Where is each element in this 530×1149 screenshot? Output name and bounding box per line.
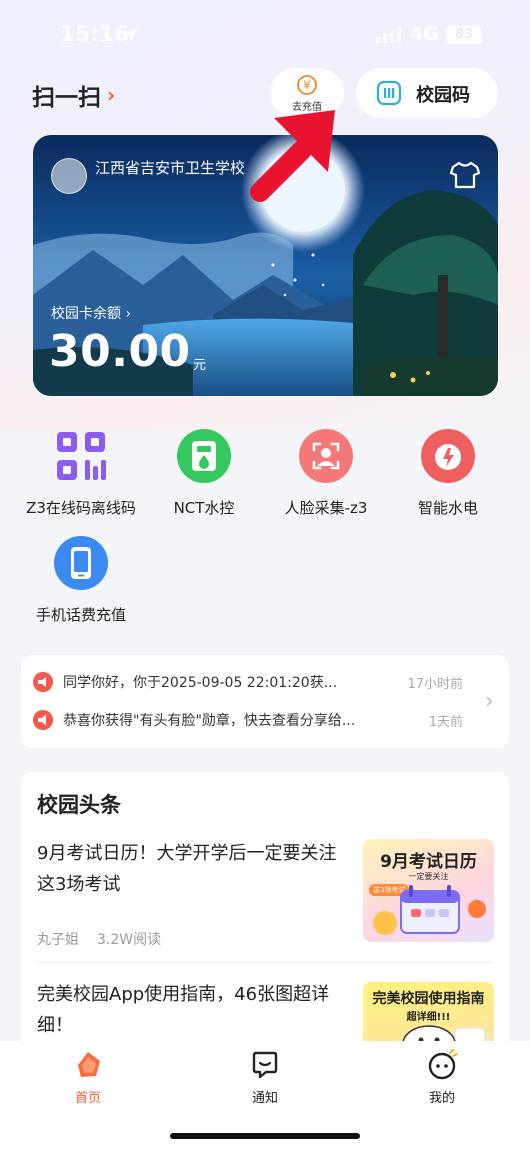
chevron-right-icon: › bbox=[107, 83, 116, 107]
svg-text:¥: ¥ bbox=[303, 79, 311, 93]
campus-code-label: 校园码 bbox=[416, 85, 470, 106]
balance-unit: 元 bbox=[193, 358, 207, 373]
megaphone-icon bbox=[33, 672, 53, 692]
campus-news-section: 校园头条 9月考试日历！大学开学后一定要关注这3场考试 丸子姐 3.2W阅读 9… bbox=[21, 772, 509, 1085]
smiley-icon bbox=[428, 1049, 458, 1080]
notification-panel[interactable]: 同学你好，你于2025-09-05 22:01:20获... 17小时前 恭喜你… bbox=[21, 655, 509, 748]
news-article[interactable]: 9月考试日历！大学开学后一定要关注这3场考试 丸子姐 3.2W阅读 9月考试日历… bbox=[21, 838, 509, 958]
tab-home[interactable]: 首页 bbox=[38, 1041, 138, 1111]
megaphone-icon bbox=[33, 710, 53, 730]
qr-code-icon bbox=[57, 432, 106, 480]
school-name: 江西省吉安市卫生学校 bbox=[95, 159, 246, 177]
tab-label: 我的 bbox=[428, 1091, 455, 1106]
tab-notifications[interactable]: 通知 bbox=[215, 1041, 315, 1111]
notification-item[interactable]: 同学你好，你于2025-09-05 22:01:20获... 17小时前 bbox=[33, 670, 463, 694]
face-scan-icon bbox=[299, 429, 353, 483]
campus-code-button[interactable]: 校园码 bbox=[356, 68, 498, 118]
balance-value: 30.00 bbox=[49, 326, 191, 377]
location-arrow-icon bbox=[122, 27, 138, 43]
calendar-illustration-icon bbox=[373, 885, 486, 935]
home-indicator bbox=[170, 1133, 360, 1139]
scan-label: 扫一扫 bbox=[32, 85, 101, 111]
article-author: 丸子姐 bbox=[37, 932, 79, 948]
tshirt-icon[interactable] bbox=[449, 160, 481, 190]
tab-label: 首页 bbox=[74, 1091, 101, 1106]
divider bbox=[37, 962, 493, 963]
status-time: 15:16 bbox=[60, 22, 130, 46]
service-label: 手机话费充值 bbox=[35, 606, 126, 624]
yuan-coin-icon: ¥ bbox=[297, 75, 317, 95]
section-title: 校园头条 bbox=[37, 793, 121, 817]
utility-icon bbox=[421, 429, 475, 483]
notification-item[interactable]: 恭喜你获得"有头有脸"勋章，快去查看分享给... 1天前 bbox=[33, 708, 463, 732]
red-arrow-annotation bbox=[250, 110, 335, 202]
balance-label[interactable]: 校园卡余额 › bbox=[51, 303, 131, 323]
notification-text: 恭喜你获得"有头有脸"勋章，快去查看分享给... bbox=[63, 713, 356, 729]
school-logo bbox=[51, 158, 87, 194]
notification-time: 1天前 bbox=[428, 715, 463, 730]
service-label: NCT水控 bbox=[173, 499, 235, 517]
signal-icon bbox=[376, 27, 401, 43]
article-title: 9月考试日历！大学开学后一定要关注这3场考试 bbox=[37, 843, 337, 895]
battery-icon: 83 bbox=[446, 26, 482, 44]
network-type: 4G bbox=[410, 23, 439, 45]
article-thumbnail: 9月考试日历 一定要关注 这3场考试 bbox=[363, 839, 494, 942]
status-bar: 15:16 4G 83 bbox=[0, 0, 530, 70]
water-meter-icon bbox=[177, 429, 231, 483]
notification-text: 同学你好，你于2025-09-05 22:01:20获... bbox=[63, 675, 338, 691]
tab-profile[interactable]: 我的 bbox=[392, 1041, 492, 1111]
campus-code-icon bbox=[376, 80, 402, 106]
service-label: Z3在线码离线码 bbox=[26, 499, 136, 517]
notification-time: 17小时前 bbox=[407, 677, 463, 692]
service-label: 人脸采集-z3 bbox=[284, 499, 368, 517]
article-views: 3.2W阅读 bbox=[97, 932, 162, 948]
home-icon bbox=[78, 1052, 100, 1077]
scan-button[interactable]: 扫一扫 › bbox=[32, 78, 115, 112]
service-label: 智能水电 bbox=[417, 499, 478, 517]
phone-recharge-icon bbox=[54, 536, 108, 590]
article-title: 完美校园App使用指南，46张图超详细！ bbox=[37, 984, 330, 1036]
chevron-right-icon: › bbox=[485, 689, 494, 714]
message-icon bbox=[252, 1051, 278, 1079]
tab-label: 通知 bbox=[251, 1091, 278, 1106]
